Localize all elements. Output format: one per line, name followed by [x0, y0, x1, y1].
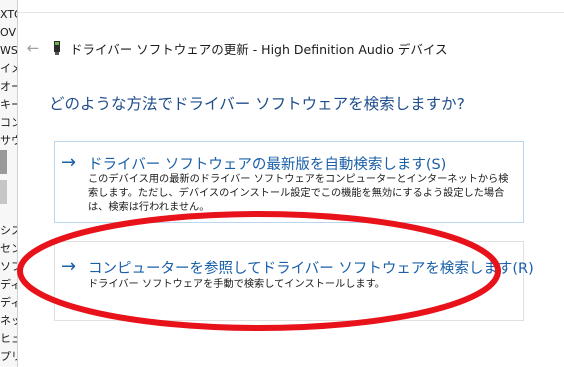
bg-scrollbar-thumb — [0, 150, 7, 174]
dialog-title: ドライバー ソフトウェアの更新 - High Definition Audio … — [70, 41, 448, 57]
bg-list-item: プリ — [0, 350, 17, 363]
browse-computer-option[interactable]: → コンピューターを参照してドライバー ソフトウェアを検索します(R) ドライバ… — [54, 241, 534, 321]
auto-search-option-title: ドライバー ソフトウェアの最新版を自動検索します(S) — [88, 157, 447, 173]
back-arrow-icon[interactable]: ← — [20, 39, 46, 57]
auto-search-option[interactable]: → ドライバー ソフトウェアの最新版を自動検索します(S) このデバイス用の最新… — [54, 141, 524, 223]
bg-list-item: ヒュ — [0, 332, 17, 345]
bg-list-item: オー — [0, 80, 17, 93]
bg-scrollbar-track — [0, 180, 7, 204]
device-icon — [54, 41, 60, 55]
bg-list-item: ネッ — [0, 314, 17, 327]
right-arrow-icon: → — [61, 256, 77, 277]
bg-list-item: コン — [0, 116, 17, 129]
driver-update-dialog: ← ドライバー ソフトウェアの更新 - High Definition Audi… — [18, 0, 564, 367]
bg-list-item: WS — [0, 44, 17, 57]
browse-computer-option-title: コンピューターを参照してドライバー ソフトウェアを検索します(R) — [88, 261, 534, 277]
page-heading: どのような方法でドライバー ソフトウェアを検索しますか? — [49, 95, 465, 113]
browse-computer-option-description: ドライバー ソフトウェアを手動で検索してインストールします。 — [88, 279, 385, 290]
bg-list-item: ディ — [0, 296, 17, 309]
bg-list-item: ソフ — [0, 260, 17, 273]
title-bar: ← ドライバー ソフトウェアの更新 - High Definition Audi… — [18, 36, 564, 60]
bg-list-item: サウ — [0, 134, 17, 147]
bg-list-item: ディ — [0, 278, 17, 291]
bg-list-item: キー — [0, 98, 17, 111]
bg-list-item: OVD — [0, 26, 17, 39]
bg-list-item: シス — [0, 224, 17, 237]
bg-list-item: XTO — [0, 8, 17, 21]
right-arrow-icon: → — [61, 152, 77, 173]
window-frame-top — [18, 0, 564, 13]
background-window-fragment: XTO OVD WS イメ オー キー コン サウ シス セン ソフ ディ ディ… — [0, 0, 18, 367]
bg-list-item: セン — [0, 242, 17, 255]
auto-search-option-description: このデバイス用の最新のドライバー ソフトウェアをコンピューターとインターネットか… — [88, 174, 509, 213]
bg-list-item: イメ — [0, 62, 17, 75]
